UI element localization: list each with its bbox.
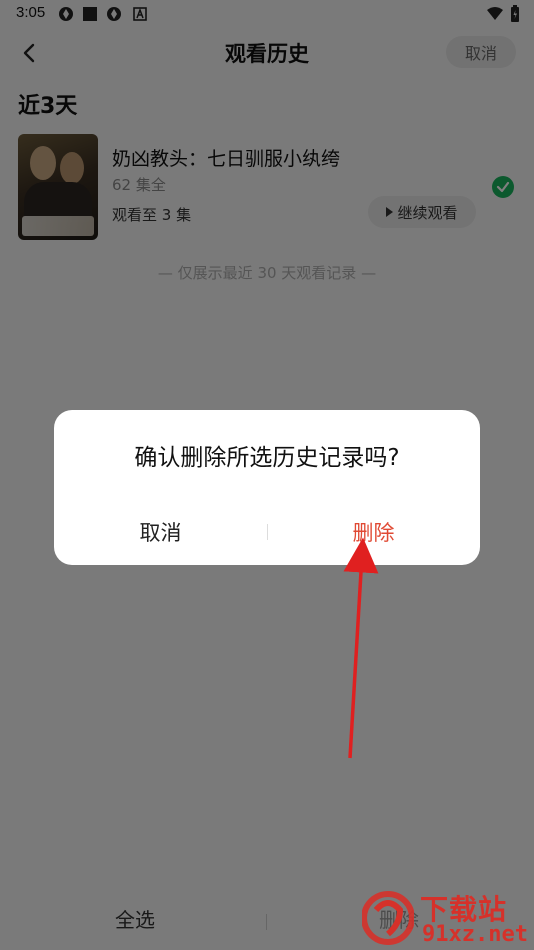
dialog-delete-button[interactable]: 删除	[267, 510, 480, 554]
dialog-message: 确认删除所选历史记录吗?	[134, 445, 400, 471]
confirm-delete-dialog: 确认删除所选历史记录吗? 取消 删除	[54, 410, 480, 565]
watermark: 下载站 91xz.net	[362, 888, 534, 950]
site-logo-icon	[362, 891, 414, 945]
watermark-site: 91xz.net	[422, 922, 528, 947]
dialog-cancel-button[interactable]: 取消	[54, 510, 267, 554]
